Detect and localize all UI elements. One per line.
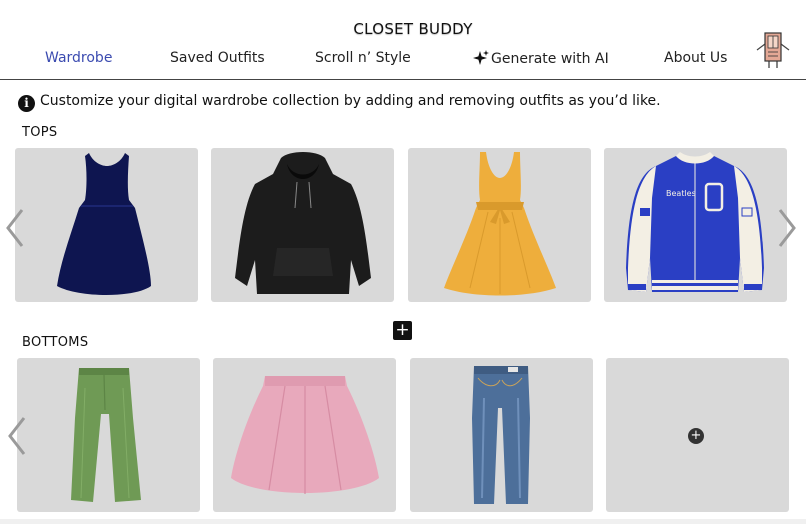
nav-generate-label: Generate with AI	[491, 51, 609, 67]
bottoms-card-blue-jeans[interactable]	[410, 358, 593, 512]
pink-skirt-image	[231, 376, 379, 494]
navy-dress-image	[57, 153, 151, 295]
bottoms-chevron-left-icon[interactable]	[6, 416, 26, 456]
app-title: CLOSET BUDDY	[353, 20, 473, 38]
plus-circle-icon[interactable]: +	[688, 428, 704, 444]
tops-chevron-right-icon[interactable]	[778, 208, 798, 248]
bottoms-card-add-item[interactable]: +	[606, 358, 789, 512]
tops-card-yellow-dress[interactable]	[408, 148, 591, 302]
tops-card-black-hoodie[interactable]	[211, 148, 394, 302]
yellow-dress-image	[444, 152, 556, 296]
tops-label: TOPS	[22, 125, 58, 140]
nav-wardrobe[interactable]: Wardrobe	[45, 50, 112, 66]
info-banner: i Customize your digital wardrobe collect…	[18, 93, 661, 113]
bottoms-card-pink-skirt[interactable]	[213, 358, 396, 512]
nav-scroll-n-style[interactable]: Scroll n’ Style	[315, 50, 411, 66]
header-divider	[0, 79, 806, 80]
nav-generate-with-ai[interactable]: Generate with AI	[473, 50, 609, 67]
info-icon: i	[18, 95, 35, 112]
info-text: Customize your digital wardrobe collecti…	[40, 93, 661, 109]
green-pants-image	[71, 368, 141, 502]
nav-saved-outfits[interactable]: Saved Outfits	[170, 50, 265, 66]
top-nav: Wardrobe Saved Outfits Scroll n’ Style G…	[0, 50, 806, 70]
sparkle-icon	[473, 50, 489, 65]
jacket-text: Beatles	[666, 189, 696, 198]
tops-card-navy-dress[interactable]	[15, 148, 198, 302]
add-section-button[interactable]: +	[393, 321, 412, 340]
wardrobe-avatar-icon[interactable]	[755, 30, 791, 70]
varsity-jacket-image: Beatles	[626, 152, 764, 292]
nav-about-us[interactable]: About Us	[664, 50, 727, 66]
blue-jeans-image	[472, 366, 530, 504]
tops-chevron-left-icon[interactable]	[4, 208, 24, 248]
bottoms-card-green-pants[interactable]	[17, 358, 200, 512]
black-hoodie-image	[235, 152, 371, 294]
tops-card-varsity-jacket[interactable]: Beatles	[604, 148, 787, 302]
bottoms-label: BOTTOMS	[22, 335, 89, 350]
bottom-edge	[0, 519, 806, 524]
